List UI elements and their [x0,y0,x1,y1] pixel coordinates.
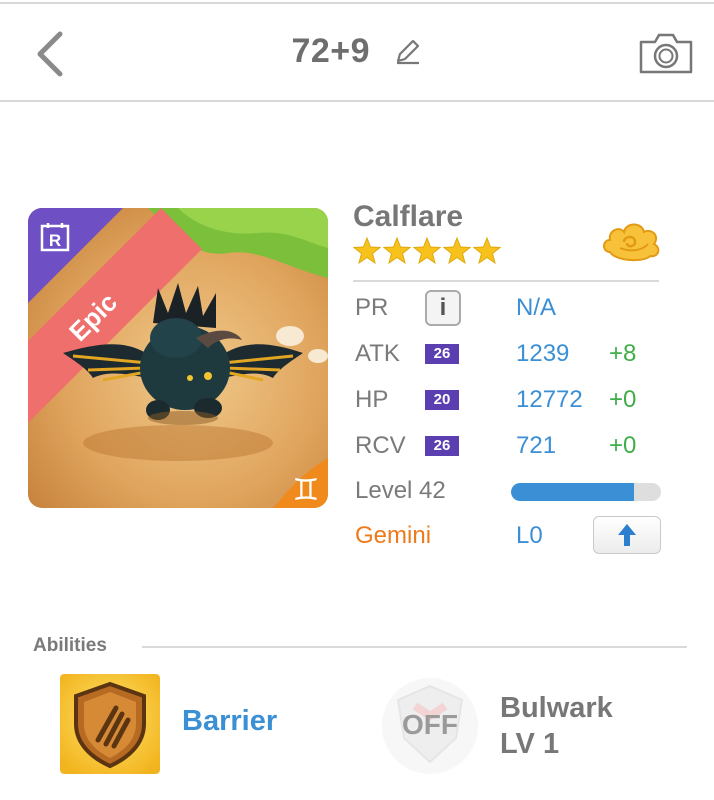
star-icon [413,237,441,265]
stat-label: PR [355,294,389,321]
svg-text:♊: ♊ [293,473,320,508]
star-icon [353,237,381,265]
svg-text:R: R [49,231,61,250]
star-icon [443,237,471,265]
star-icon [473,237,501,265]
title-area: 72+9 [0,32,714,71]
stat-level-badge: 20 [425,390,459,410]
star-rating [353,237,501,267]
abilities-heading: Abilities [33,635,107,656]
info-icon: i [439,294,447,321]
abilities-divider [142,646,687,648]
arrow-up-icon [618,524,636,546]
rarity-r-icon: R [40,223,70,252]
stat-level-badge: 26 [425,344,459,364]
stat-label: ATK [355,340,400,367]
ability-name: Bulwark [500,692,613,724]
zodiac-upgrade-button[interactable] [593,516,661,554]
zodiac-level: L0 [516,522,543,549]
info-button[interactable]: i [425,290,461,326]
monster-card[interactable]: Epic R ♊ [28,208,328,508]
stat-label: HP [355,386,389,413]
stat-label: RCV [355,432,406,459]
stat-bonus: +0 [609,386,637,413]
level-label: Level 42 [355,477,446,504]
stat-level-badge: 26 [425,436,459,456]
stat-row-pr: PR i N/A [353,290,673,330]
stat-value: 721 [516,432,557,459]
svg-text:OFF: OFF [402,709,458,740]
stat-row-rcv: RCV 26 721 +0 [353,428,673,468]
ability-level: LV 1 [500,728,560,760]
level-progress-bar [511,483,661,501]
stat-value: 12772 [516,386,583,413]
camera-button[interactable] [637,30,695,76]
stat-row-atk: ATK 26 1239 +8 [353,336,673,376]
ability-name[interactable]: Barrier [182,705,277,738]
camera-icon [639,33,693,74]
header-bar: 72+9 [0,4,714,102]
page-title: 72+9 [291,32,371,70]
cloud-icon [603,223,660,262]
stat-bonus: +0 [609,432,637,459]
info-divider [353,280,659,282]
pencil-icon[interactable] [393,36,423,66]
stat-value: 1239 [516,340,570,367]
zodiac-row: Gemini L0 [353,516,673,558]
stat-value: N/A [516,294,557,321]
stat-row-hp: HP 20 12772 +0 [353,382,673,422]
ability-2-text[interactable]: Bulwark LV 1 [500,690,613,762]
ability-off-icon[interactable]: OFF [380,676,480,776]
stat-bonus: +8 [609,340,637,367]
star-icon [383,237,411,265]
monster-name: Calflare [353,200,464,233]
gemini-zodiac-icon: ♊ [273,458,328,508]
monster-image [63,283,303,425]
level-row: Level 42 [353,473,673,513]
level-progress-fill [511,483,634,501]
shield-claw-icon[interactable] [60,674,160,774]
zodiac-label: Gemini [355,522,432,549]
